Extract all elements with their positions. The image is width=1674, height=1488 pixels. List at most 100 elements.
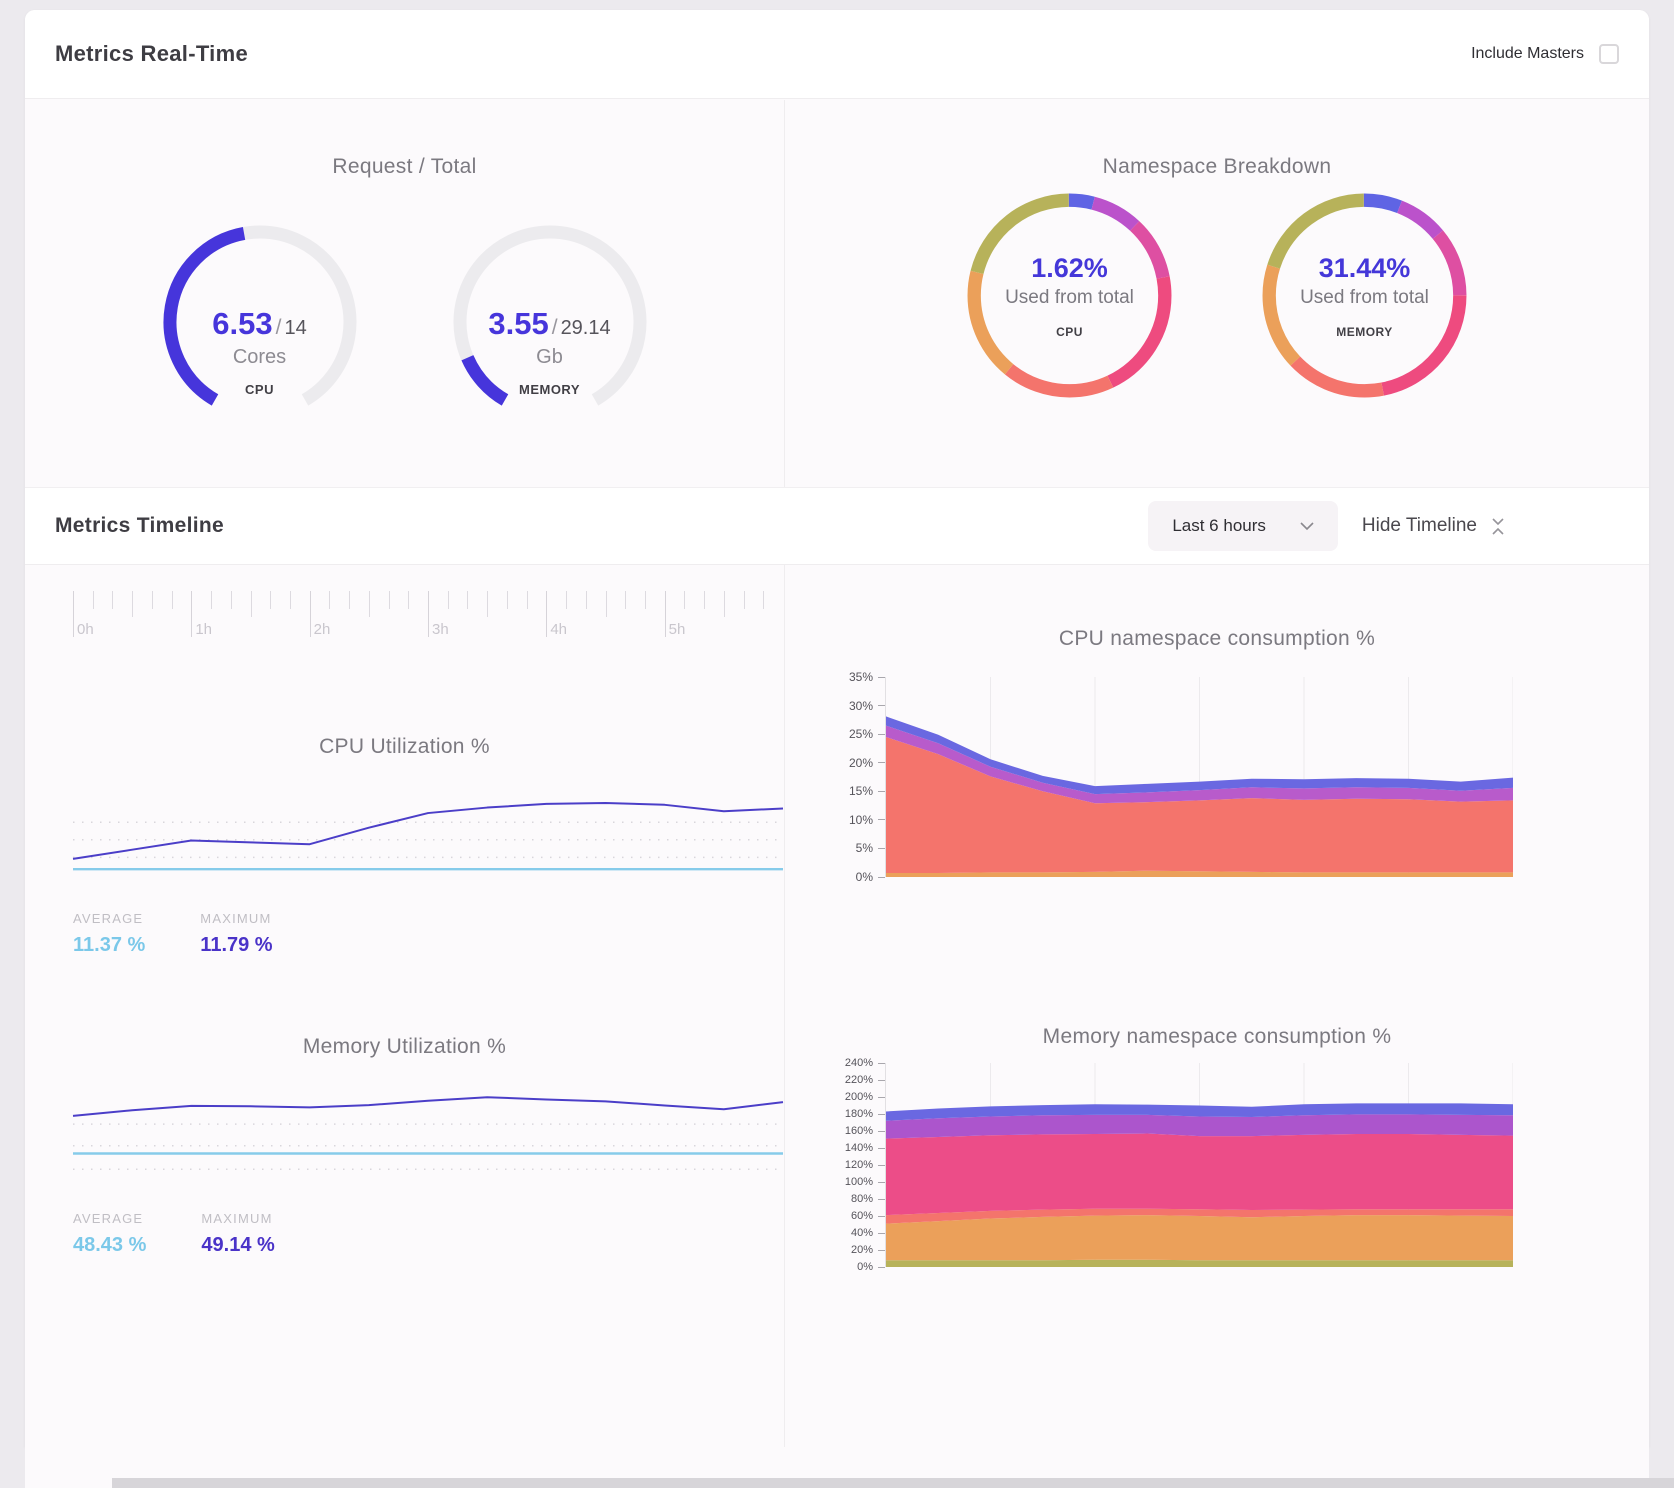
collapse-icon (1489, 516, 1507, 537)
ruler-tick (152, 591, 153, 609)
ruler-tick (744, 591, 745, 609)
ruler-hour-label: 4h (550, 621, 567, 638)
request-total-panel: Request / Total 6.53/14 Cores CPU 3.55/2… (25, 100, 785, 487)
cpu-namespace-yaxis: 35%30%25%20%15%10%5%0% (785, 677, 885, 877)
memory-donut-label: MEMORY (1336, 325, 1393, 339)
maximum-stat: MAXIMUM 11.79 % (200, 911, 272, 957)
ruler-tick (172, 591, 173, 609)
hide-timeline-button[interactable]: Hide Timeline (1362, 515, 1507, 537)
ruler-tick (487, 591, 488, 617)
ruler-tick (73, 591, 74, 637)
average-stat: AVERAGE 48.43 % (73, 1211, 146, 1257)
ruler-tick (270, 591, 271, 609)
metrics-card: Metrics Real-Time Include Masters Reques… (25, 10, 1649, 1447)
ruler-tick (586, 591, 587, 609)
memory-namespace-title: Memory namespace consumption % (785, 1025, 1649, 1049)
cpu-gauge: 6.53/14 Cores CPU (160, 222, 360, 437)
time-range-value: Last 6 hours (1172, 516, 1266, 536)
ruler-tick (191, 591, 192, 637)
cpu-namespace-chart: 35%30%25%20%15%10%5%0% (785, 677, 1649, 877)
y-tick-label: 20% (849, 756, 885, 770)
gauges-group: 6.53/14 Cores CPU 3.55/29.14 Gb MEMORY (25, 222, 784, 437)
hide-timeline-label: Hide Timeline (1362, 515, 1477, 537)
request-total-title: Request / Total (25, 155, 784, 179)
bottom-strip (112, 1478, 1674, 1488)
y-tick-label: 200% (845, 1091, 885, 1103)
y-tick-label: 25% (849, 727, 885, 741)
y-tick-label: 15% (849, 784, 885, 798)
y-tick-label: 100% (845, 1176, 885, 1188)
memory-donut-caption: Used from total (1300, 287, 1429, 309)
metrics-timeline-bar: Metrics Timeline Last 6 hours Hide Timel… (25, 487, 1649, 565)
ruler-tick (428, 591, 429, 637)
cpu-donut-label: CPU (1056, 325, 1083, 339)
namespace-breakdown-title: Namespace Breakdown (785, 155, 1649, 179)
average-label: AVERAGE (73, 1211, 146, 1226)
memory-donut-value: 31.44% (1319, 253, 1411, 284)
memory-gauge-label: MEMORY (450, 382, 650, 397)
gauge-separator: / (549, 316, 561, 339)
memory-namespace-plot (885, 1063, 1512, 1267)
metrics-dashboard: { "header": { "title": "Metrics Real-Tim… (0, 0, 1674, 1488)
average-value: 11.37 % (73, 934, 145, 957)
y-tick-label: 0% (857, 1261, 885, 1273)
y-tick-label: 0% (856, 870, 885, 884)
ruler-hour-label: 0h (77, 621, 94, 638)
memory-utilization-panel: Memory Utilization % AVERAGE 48.43 % MAX… (25, 963, 785, 1447)
ruler-tick (448, 591, 449, 609)
memory-namespace-panel: Memory namespace consumption % 240%220%2… (785, 963, 1649, 1447)
y-tick-label: 160% (845, 1125, 885, 1137)
chevron-down-icon (1300, 522, 1314, 531)
memory-gauge-request: 3.55 (488, 306, 548, 341)
y-tick-label: 35% (849, 670, 885, 684)
cpu-namespace-plot (885, 677, 1512, 877)
ruler-tick (684, 591, 685, 609)
ruler-tick (329, 591, 330, 609)
y-tick-label: 180% (845, 1108, 885, 1120)
gauge-separator: / (273, 316, 285, 339)
timeline-controls: Last 6 hours Hide Timeline (1148, 501, 1507, 551)
average-label: AVERAGE (73, 911, 145, 926)
ruler-hour-label: 1h (195, 621, 212, 638)
metrics-timeline-title: Metrics Timeline (55, 514, 224, 538)
memory-donut-center: 31.44% Used from total MEMORY (1262, 193, 1467, 398)
cpu-gauge-request: 6.53 (212, 306, 272, 341)
realtime-row: Request / Total 6.53/14 Cores CPU 3.55/2… (25, 100, 1649, 487)
cpu-gauge-unit: Cores (160, 346, 360, 369)
include-masters-checkbox[interactable] (1599, 44, 1619, 64)
ruler-tick (763, 591, 764, 609)
memory-namespace-chart: 240%220%200%180%160%140%120%100%80%60%40… (785, 1063, 1649, 1267)
maximum-value: 49.14 % (201, 1234, 274, 1257)
ruler-tick (625, 591, 626, 609)
y-tick-label: 240% (845, 1057, 885, 1069)
ruler-tick (349, 591, 350, 609)
y-tick-label: 30% (849, 699, 885, 713)
ruler-tick (645, 591, 646, 609)
cpu-donut-center: 1.62% Used from total CPU (967, 193, 1172, 398)
time-range-select[interactable]: Last 6 hours (1148, 501, 1338, 551)
ruler-tick (665, 591, 666, 637)
ruler-tick (507, 591, 508, 609)
cpu-utilization-stats: AVERAGE 11.37 % MAXIMUM 11.79 % (73, 911, 784, 957)
ruler-tick (369, 591, 370, 617)
ruler-hour-label: 3h (432, 621, 449, 638)
ruler-tick (408, 591, 409, 609)
maximum-label: MAXIMUM (200, 911, 272, 926)
memory-metrics-row: Memory Utilization % AVERAGE 48.43 % MAX… (25, 963, 1649, 1447)
memory-utilization-stats: AVERAGE 48.43 % MAXIMUM 49.14 % (73, 1211, 784, 1257)
namespace-breakdown-panel: Namespace Breakdown 1.62% Used from tota… (785, 100, 1649, 487)
y-tick-label: 140% (845, 1142, 885, 1154)
maximum-stat: MAXIMUM 49.14 % (201, 1211, 274, 1257)
average-stat: AVERAGE 11.37 % (73, 911, 145, 957)
cpu-utilization-panel: 0h1h2h3h4h5h6h CPU Utilization % AVERAGE… (25, 565, 785, 963)
cpu-utilization-chart (73, 781, 783, 879)
ruler-tick (112, 591, 113, 609)
maximum-label: MAXIMUM (201, 1211, 274, 1226)
ruler-tick (467, 591, 468, 609)
ruler-tick (211, 591, 212, 609)
page-title: Metrics Real-Time (55, 41, 248, 67)
cpu-namespace-panel: CPU namespace consumption % 35%30%25%20%… (785, 565, 1649, 963)
y-tick-label: 20% (851, 1244, 885, 1256)
timeline-ruler: 0h1h2h3h4h5h6h (73, 591, 783, 643)
ruler-tick (606, 591, 607, 617)
